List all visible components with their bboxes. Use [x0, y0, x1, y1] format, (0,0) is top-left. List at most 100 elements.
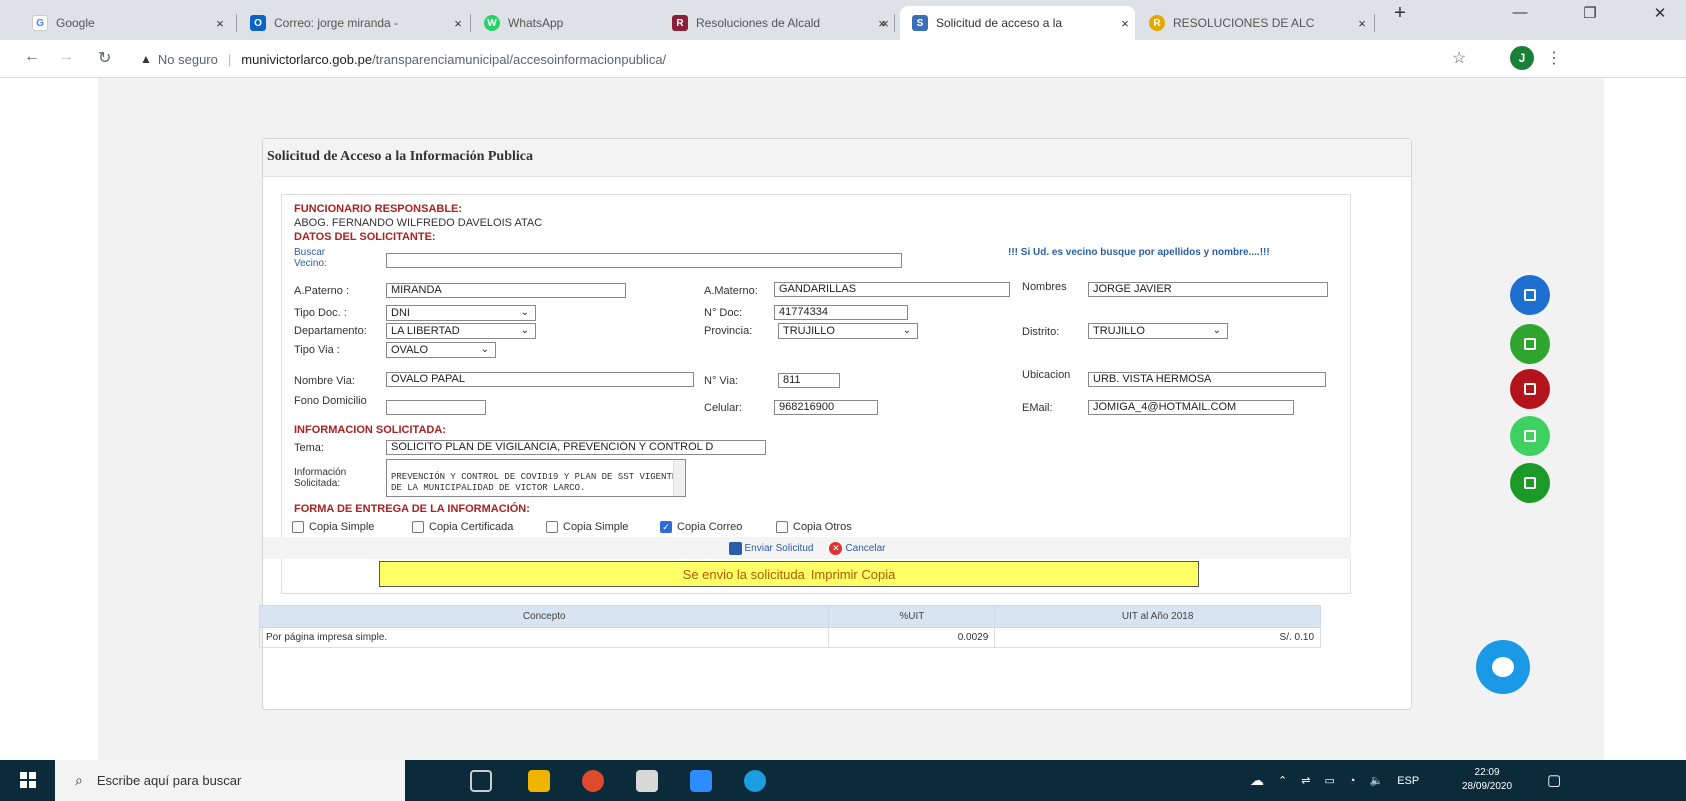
save-icon [728, 541, 742, 555]
tab-resoluciones[interactable]: R RESOLUCIONES DE ALC × [1137, 6, 1372, 40]
square-icon [1524, 289, 1536, 301]
floating-button-blue[interactable] [1510, 275, 1550, 315]
buscar-vecino-input[interactable] [386, 253, 902, 268]
tab-google[interactable]: G Google × [20, 6, 230, 40]
departamento-select[interactable]: LA LIBERTAD ⌄ [386, 323, 536, 339]
zoom-icon[interactable] [690, 770, 712, 792]
enviar-solicitud-button[interactable]: Enviar Solicitud [728, 541, 813, 555]
imprimir-copia-link[interactable]: Imprimir Copia [811, 567, 896, 582]
chevron-down-icon: ⌄ [902, 325, 911, 336]
tipodoc-label: Tipo Doc. : [294, 307, 347, 319]
ubicacion-input[interactable]: URB. VISTA HERMOSA [1088, 372, 1326, 387]
tipovia-select[interactable]: OVALO ⌄ [386, 342, 496, 358]
address-bar[interactable]: ▲ No seguro | munivictorlarco.gob.pe /tr… [140, 45, 1470, 73]
square-icon [1524, 383, 1536, 395]
floating-button-green[interactable] [1510, 324, 1550, 364]
maximize-icon[interactable]: ❐ [1570, 4, 1610, 22]
close-icon[interactable]: × [210, 16, 230, 31]
nombrevia-input[interactable]: OVALO PAPAL [386, 372, 694, 387]
close-icon[interactable]: × [1115, 16, 1135, 31]
info-solicitada-textarea[interactable]: PREVENCIÓN Y CONTROL DE COVID19 Y PLAN D… [386, 459, 686, 497]
email-input[interactable]: JOMIGA_4@HOTMAIL.COM [1088, 400, 1294, 415]
apaterno-input[interactable]: MIRANDA [386, 283, 626, 298]
tab-resoluciones-alcaldia[interactable]: R Resoluciones de Alcald × [660, 6, 895, 40]
network-icon[interactable]: ⇌ [1301, 774, 1310, 787]
search-icon: ⌕ [75, 772, 83, 788]
file-explorer-icon[interactable] [528, 770, 550, 792]
chrome-icon[interactable] [582, 770, 604, 792]
checkbox-checked[interactable]: ✓ [660, 521, 672, 533]
bookmark-star-icon[interactable]: ☆ [1452, 48, 1466, 68]
distrito-value: TRUJILLO [1093, 325, 1145, 337]
profile-avatar[interactable]: J [1510, 46, 1534, 70]
google-icon: G [32, 15, 48, 31]
edge-icon[interactable] [744, 770, 766, 792]
tab-solicitud-acceso[interactable]: S Solicitud de acceso a la × [900, 6, 1135, 40]
tab-title: Resoluciones de Alcald [696, 16, 821, 30]
chevron-down-icon: ⌄ [480, 344, 489, 355]
window-close-icon[interactable]: ✕ [1640, 4, 1680, 22]
checkbox[interactable] [776, 521, 788, 533]
fono-input[interactable] [386, 400, 486, 415]
minimize-icon[interactable]: — [1500, 4, 1540, 21]
notifications-icon[interactable]: ▢ [1547, 771, 1561, 789]
checkbox[interactable] [292, 521, 304, 533]
tema-input[interactable]: SOLICITO PLAN DE VIGILANCIA, PREVENCIÓN … [386, 440, 766, 455]
taskbar-search-placeholder: Escribe aquí para buscar [96, 773, 242, 788]
floating-button-darkgreen[interactable] [1510, 463, 1550, 503]
section-funcionario: FUNCIONARIO RESPONSABLE: [294, 203, 463, 215]
windows-start-icon[interactable] [20, 772, 36, 788]
success-notice: Se envio la solicituda Imprimir Copia [379, 561, 1199, 587]
chevron-up-icon[interactable]: ⌃ [1278, 774, 1287, 787]
floating-button-red[interactable] [1510, 369, 1550, 409]
battery-icon[interactable]: ▭ [1324, 774, 1334, 787]
task-view-icon[interactable] [470, 770, 492, 792]
cell-concepto: Por página impresa simple. [258, 627, 830, 648]
fono-label: Fono Domicilio [294, 395, 367, 407]
reload-icon[interactable]: ↻ [98, 48, 111, 68]
option-label: Copia Simple [563, 521, 629, 533]
amaterno-input[interactable]: GANDARILLAS [774, 282, 1010, 297]
option-copia-simple-1[interactable]: Copia Simple [292, 521, 374, 533]
textarea-scrollbar[interactable] [673, 460, 685, 496]
option-copia-certificada[interactable]: Copia Certificada [412, 521, 513, 533]
square-icon [1524, 338, 1536, 350]
nombres-input[interactable]: JORGE JAVIER [1088, 282, 1328, 297]
nvia-label: N° Via: [704, 375, 739, 387]
tab-title: Correo: jorge miranda - [274, 16, 399, 30]
close-icon[interactable]: × [448, 16, 468, 31]
checkbox[interactable] [412, 521, 424, 533]
tab-outlook[interactable]: O Correo: jorge miranda - × [238, 6, 468, 40]
tipodoc-select[interactable]: DNI ⌄ [386, 305, 536, 321]
option-copia-simple-2[interactable]: Copia Simple [546, 521, 628, 533]
option-copia-correo[interactable]: ✓ Copia Correo [660, 521, 742, 533]
cancelar-button[interactable]: ✕ Cancelar [829, 541, 885, 555]
tab-title: RESOLUCIONES DE ALC [1173, 16, 1315, 30]
close-icon[interactable]: × [875, 16, 895, 31]
ndoc-input[interactable]: 41774334 [774, 305, 908, 320]
volume-icon[interactable]: 🔈 [1370, 774, 1384, 787]
tarifa-table: Concepto %UIT UIT al Año 2018 Por página… [258, 605, 1321, 648]
back-icon[interactable]: ← [24, 48, 40, 66]
option-copia-otros[interactable]: Copia Otros [776, 521, 852, 533]
wifi-icon[interactable]: ◔ [1349, 775, 1356, 787]
distrito-select[interactable]: TRUJILLO ⌄ [1088, 323, 1228, 339]
provincia-select[interactable]: TRUJILLO ⌄ [778, 323, 918, 339]
chat-button[interactable] [1476, 640, 1530, 694]
clock[interactable]: 22:09 28/09/2020 [1462, 766, 1512, 794]
language-indicator[interactable]: ESP [1397, 775, 1419, 787]
weather-icon[interactable]: ☁ [1250, 772, 1264, 789]
floating-button-lightgreen[interactable] [1510, 416, 1550, 456]
chevron-down-icon: ⌄ [1212, 325, 1221, 336]
new-tab-button[interactable]: + [1380, 2, 1420, 25]
celular-input[interactable]: 968216900 [774, 400, 878, 415]
taskbar-search[interactable]: ⌕ Escribe aquí para buscar [55, 760, 405, 801]
checkbox[interactable] [546, 521, 558, 533]
nvia-input[interactable]: 811 [778, 373, 840, 388]
site-icon: R [1149, 15, 1165, 31]
menu-kebab-icon[interactable]: ⋮ [1546, 48, 1562, 68]
col-uit: %UIT [828, 605, 996, 628]
forward-icon[interactable]: → [58, 48, 74, 66]
store-icon[interactable] [636, 770, 658, 792]
close-icon[interactable]: × [1352, 16, 1372, 31]
